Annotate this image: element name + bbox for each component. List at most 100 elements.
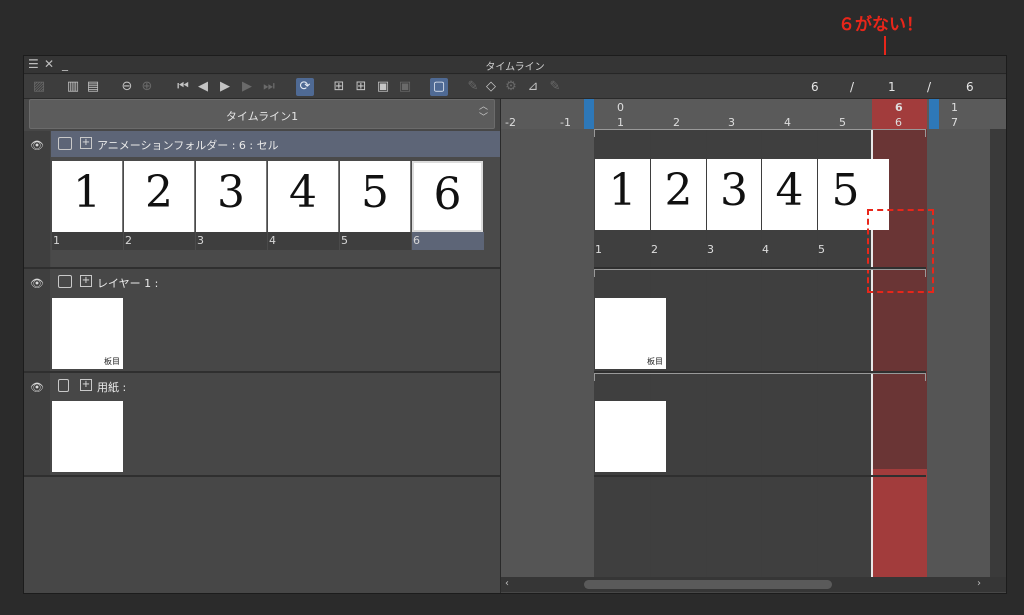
toolbar: ▨ ▥ ▤ ⊖ ⊕ ⏮ ◀ ▶ ▶ ⏭ ⟳ ⊞ ⊞ ▣ ▣ ▢ ✎ ◇ ⚙ ⊿ … (24, 75, 1006, 99)
pen-icon[interactable]: ✎ (546, 78, 564, 96)
eye-icon[interactable]: 👁 (30, 382, 46, 393)
track-cel-label: 5 (818, 243, 825, 256)
layer-header-paper[interactable]: + 用紙 : (51, 373, 500, 399)
track-cel[interactable]: 4 (762, 159, 817, 230)
track-cel-caption: 板目 (647, 357, 663, 366)
cel-thumbnail[interactable]: 5 (340, 161, 411, 232)
layer-cels-area: 1 2 3 4 5 6 1 2 3 4 5 6 (51, 157, 500, 267)
next-frame-icon[interactable]: ▶ (238, 78, 256, 96)
raster-layer-icon (58, 275, 72, 288)
horizontal-scrollbar[interactable]: ‹ › (501, 577, 1006, 592)
cel-label: 2 (124, 232, 195, 250)
annotation-text: ６がない！ (838, 15, 923, 35)
ruler-tick-label: -2 (505, 116, 516, 129)
timeline-name: タイムライン1 (225, 110, 299, 123)
cel-label: 4 (268, 232, 339, 250)
title-bar: ☰ ✕ _ タイムライン (24, 56, 1006, 74)
cel-thumbnail[interactable]: 3 (196, 161, 267, 232)
layer-header-animation-folder[interactable]: + アニメーションフォルダー : 6 : セル (51, 131, 500, 157)
expand-icon[interactable]: + (80, 137, 92, 149)
start-marker[interactable] (584, 99, 594, 129)
scrollbar-thumb[interactable] (584, 580, 832, 589)
timeline-selector[interactable]: タイムライン1 ︿ ﹀ (29, 99, 495, 129)
add-cel-icon[interactable]: ⊞ (352, 78, 370, 96)
zoom-out-icon[interactable]: ⊖ (118, 78, 136, 96)
layer-name: レイヤー 1 : (97, 277, 159, 290)
cel-thumbnail-selected[interactable]: 6 (412, 161, 483, 232)
keyframe-icon[interactable]: ✎ (464, 78, 482, 96)
track-cel[interactable]: 3 (707, 159, 761, 230)
onion-skin-icon[interactable]: ▢ (430, 78, 448, 96)
track-cel[interactable]: 1 (595, 159, 650, 230)
ruler-tick-label: 1 (951, 101, 958, 114)
play-icon[interactable]: ▶ (216, 78, 234, 96)
track-range-bracket (594, 269, 926, 277)
keyframe-settings-icon[interactable]: ⚙ (502, 78, 520, 96)
ruler-tick-label: 7 (951, 116, 958, 129)
track-cel-label: 3 (707, 243, 714, 256)
zoom-in-icon[interactable]: ⊕ (138, 78, 156, 96)
layer-name: アニメーションフォルダー : 6 : セル (97, 139, 279, 152)
track-cel[interactable] (595, 401, 666, 472)
eye-icon[interactable]: 👁 (30, 278, 46, 289)
eye-icon[interactable]: 👁 (30, 140, 46, 151)
chevron-updown-icon[interactable]: ︿ ﹀ (479, 102, 488, 124)
cel-label: 5 (340, 232, 411, 250)
before-range-area (501, 129, 594, 579)
frame-total: 6 (966, 80, 974, 94)
layer-thumbnail[interactable] (52, 401, 123, 472)
cel-thumbnail[interactable]: 1 (52, 161, 123, 232)
camera-icon[interactable]: ⊿ (524, 78, 542, 96)
layer-header-layer1[interactable]: + レイヤー 1 : (51, 269, 500, 295)
scroll-left-icon[interactable]: ‹ (505, 578, 509, 589)
vertical-scrollbar[interactable] (990, 129, 1006, 577)
track-cel[interactable]: 2 (651, 159, 706, 230)
window-title: タイムライン (485, 62, 545, 73)
track-cel-label: 2 (651, 243, 658, 256)
timeline-window: ☰ ✕ _ タイムライン ▨ ▥ ▤ ⊖ ⊕ ⏮ ◀ ▶ ▶ ⏭ ⟳ ⊞ ⊞ ▣… (23, 55, 1007, 594)
ruler-tick-label: 2 (673, 116, 680, 129)
ruler-tick-label: 3 (728, 116, 735, 129)
timeline-track-area: -2 -1 0 6 1 1 2 3 4 5 6 7 1 2 3 4 5 1 2 … (501, 99, 1006, 593)
frame-separator-1: / (850, 80, 855, 94)
paper-layer-icon (58, 379, 69, 392)
layer-panel: タイムライン1 ︿ ﹀ 👁 + アニメーションフォルダー : 6 : セル 1 2… (24, 99, 500, 593)
expand-icon[interactable]: + (80, 379, 92, 391)
frame-separator-2: / (927, 80, 932, 94)
cel-label: 6 (412, 232, 484, 250)
cel-spec-icon[interactable]: ▣ (374, 78, 392, 96)
layer-thumbnail[interactable]: 板目 (52, 298, 123, 369)
prev-frame-icon[interactable]: ◀ (194, 78, 212, 96)
new-cel-icon[interactable]: ▤ (84, 78, 102, 96)
track-range-bracket (594, 129, 926, 137)
add-frame-icon[interactable]: ⊞ (330, 78, 348, 96)
cel-label: 1 (52, 232, 123, 250)
folder-icon (58, 137, 72, 150)
first-frame-icon[interactable]: ⏮ (174, 78, 192, 96)
scroll-right-icon[interactable]: › (977, 578, 981, 589)
expand-icon[interactable]: + (80, 275, 92, 287)
ruler-tick-label: 0 (617, 101, 624, 114)
loop-icon[interactable]: ⟳ (296, 78, 314, 96)
ruler-tick-label: 5 (839, 116, 846, 129)
cel-thumbnail[interactable]: 2 (124, 161, 195, 232)
track-range-bracket (594, 373, 926, 381)
cel-label: 3 (196, 232, 267, 250)
missing-cel-highlight (867, 209, 934, 293)
ruler-tick-label: 4 (784, 116, 791, 129)
new-animation-folder-icon[interactable]: ▥ (64, 78, 82, 96)
ruler-tick-label: 1 (617, 116, 624, 129)
delete-cel-icon[interactable]: ▣ (396, 78, 414, 96)
track-cel[interactable]: 板目 (595, 298, 666, 369)
ruler-tick-label: 6 (895, 116, 902, 129)
end-marker[interactable] (929, 99, 939, 129)
frame-ruler[interactable]: -2 -1 0 6 1 1 2 3 4 5 6 7 (501, 99, 1006, 129)
last-frame-icon[interactable]: ⏭ (260, 78, 278, 96)
waveform-icon[interactable]: ▨ (30, 78, 48, 96)
ruler-tick-label: 6 (895, 101, 903, 114)
layer-name: 用紙 : (97, 381, 127, 394)
layer-divider (24, 475, 500, 477)
cel-thumbnail[interactable]: 4 (268, 161, 339, 232)
frame-current: 6 (811, 80, 819, 94)
keyframe-toggle-icon[interactable]: ◇ (482, 78, 500, 96)
